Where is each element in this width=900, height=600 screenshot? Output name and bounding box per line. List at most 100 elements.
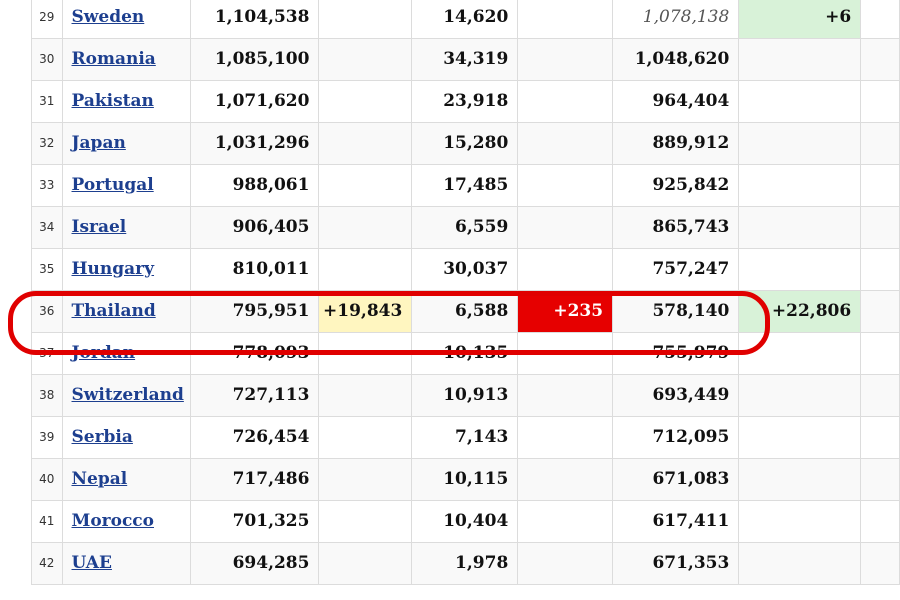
total-deaths-cell: 15,280 [411, 122, 519, 165]
new-cases-cell [318, 80, 413, 123]
country-cell: Romania [62, 38, 192, 81]
total-recovered-cell: 889,912 [612, 122, 740, 165]
total-deaths-cell: 10,913 [411, 374, 519, 417]
new-recovered-cell [738, 374, 862, 417]
new-recovered-cell [738, 122, 862, 165]
table-row: 29 Sweden 1,104,538 14,620 1,078,138 +6 [31, 0, 900, 39]
rank-cell: 29 [31, 0, 63, 39]
new-recovered-cell [738, 542, 862, 585]
extra-cell [860, 500, 900, 543]
extra-cell [860, 248, 900, 291]
extra-cell [860, 332, 900, 375]
extra-cell [860, 458, 900, 501]
new-cases-cell [318, 122, 413, 165]
extra-cell [860, 80, 900, 123]
total-cases-cell: 701,325 [190, 500, 320, 543]
total-deaths-cell: 10,404 [411, 500, 519, 543]
total-recovered-cell: 964,404 [612, 80, 740, 123]
country-cell: Nepal [62, 458, 192, 501]
rank-cell: 36 [31, 290, 63, 333]
country-link[interactable]: Portugal [72, 175, 154, 195]
new-recovered-cell: +22,806 [738, 290, 862, 333]
total-cases-cell: 810,011 [190, 248, 320, 291]
new-recovered-cell: +6 [738, 0, 862, 39]
table-body: 29 Sweden 1,104,538 14,620 1,078,138 +6 … [31, 0, 900, 585]
country-cell: Serbia [62, 416, 192, 459]
country-cell: Japan [62, 122, 192, 165]
new-deaths-cell [517, 416, 614, 459]
new-deaths-cell [517, 500, 614, 543]
country-link[interactable]: UAE [72, 553, 112, 573]
country-cell: Jordan [62, 332, 192, 375]
total-recovered-cell: 693,449 [612, 374, 740, 417]
new-cases-cell [318, 332, 413, 375]
country-link[interactable]: Serbia [72, 427, 133, 447]
total-cases-cell: 1,071,620 [190, 80, 320, 123]
country-link[interactable]: Thailand [72, 301, 156, 321]
extra-cell [860, 290, 900, 333]
table-row: 37 Jordan 778,093 10,135 755,979 [31, 332, 900, 375]
total-recovered-cell: 925,842 [612, 164, 740, 207]
country-link[interactable]: Jordan [72, 343, 136, 363]
total-deaths-cell: 10,135 [411, 332, 519, 375]
country-link[interactable]: Israel [72, 217, 127, 237]
total-deaths-cell: 1,978 [411, 542, 519, 585]
table-row: 35 Hungary 810,011 30,037 757,247 [31, 248, 900, 291]
new-recovered-cell [738, 80, 862, 123]
rank-cell: 30 [31, 38, 63, 81]
new-cases-cell [318, 416, 413, 459]
total-recovered-cell: 578,140 [612, 290, 740, 333]
new-cases-cell [318, 38, 413, 81]
new-cases-cell [318, 164, 413, 207]
total-recovered-cell: 712,095 [612, 416, 740, 459]
table-row: 38 Switzerland 727,113 10,913 693,449 [31, 374, 900, 417]
total-cases-cell: 726,454 [190, 416, 320, 459]
total-recovered-cell: 757,247 [612, 248, 740, 291]
new-deaths-cell [517, 458, 614, 501]
new-cases-cell [318, 374, 413, 417]
new-deaths-cell: +235 [517, 290, 614, 333]
extra-cell [860, 164, 900, 207]
total-deaths-cell: 30,037 [411, 248, 519, 291]
new-recovered-cell [738, 458, 862, 501]
country-cell: Israel [62, 206, 192, 249]
new-deaths-cell [517, 542, 614, 585]
country-cell: Portugal [62, 164, 192, 207]
rank-cell: 32 [31, 122, 63, 165]
rank-cell: 38 [31, 374, 63, 417]
rank-cell: 37 [31, 332, 63, 375]
country-link[interactable]: Romania [72, 49, 156, 69]
table-row: 41 Morocco 701,325 10,404 617,411 [31, 500, 900, 543]
new-cases-cell [318, 0, 413, 39]
new-deaths-cell [517, 206, 614, 249]
total-cases-cell: 1,085,100 [190, 38, 320, 81]
country-cell: Hungary [62, 248, 192, 291]
country-link[interactable]: Morocco [72, 511, 155, 531]
total-cases-cell: 727,113 [190, 374, 320, 417]
extra-cell [860, 374, 900, 417]
total-deaths-cell: 17,485 [411, 164, 519, 207]
table-row: 31 Pakistan 1,071,620 23,918 964,404 [31, 80, 900, 123]
total-cases-cell: 1,031,296 [190, 122, 320, 165]
new-cases-cell [318, 206, 413, 249]
country-link[interactable]: Nepal [72, 469, 128, 489]
total-cases-cell: 694,285 [190, 542, 320, 585]
total-recovered-cell: 755,979 [612, 332, 740, 375]
country-link[interactable]: Japan [72, 133, 126, 153]
rank-cell: 31 [31, 80, 63, 123]
table-row: 39 Serbia 726,454 7,143 712,095 [31, 416, 900, 459]
new-deaths-cell [517, 122, 614, 165]
new-cases-cell [318, 542, 413, 585]
country-link[interactable]: Switzerland [72, 385, 184, 405]
extra-cell [860, 542, 900, 585]
new-deaths-cell [517, 248, 614, 291]
total-cases-cell: 795,951 [190, 290, 320, 333]
country-link[interactable]: Pakistan [72, 91, 154, 111]
rank-cell: 41 [31, 500, 63, 543]
country-link[interactable]: Hungary [72, 259, 155, 279]
total-cases-cell: 717,486 [190, 458, 320, 501]
country-link[interactable]: Sweden [72, 7, 145, 27]
extra-cell [860, 206, 900, 249]
new-recovered-cell [738, 332, 862, 375]
new-deaths-cell [517, 38, 614, 81]
